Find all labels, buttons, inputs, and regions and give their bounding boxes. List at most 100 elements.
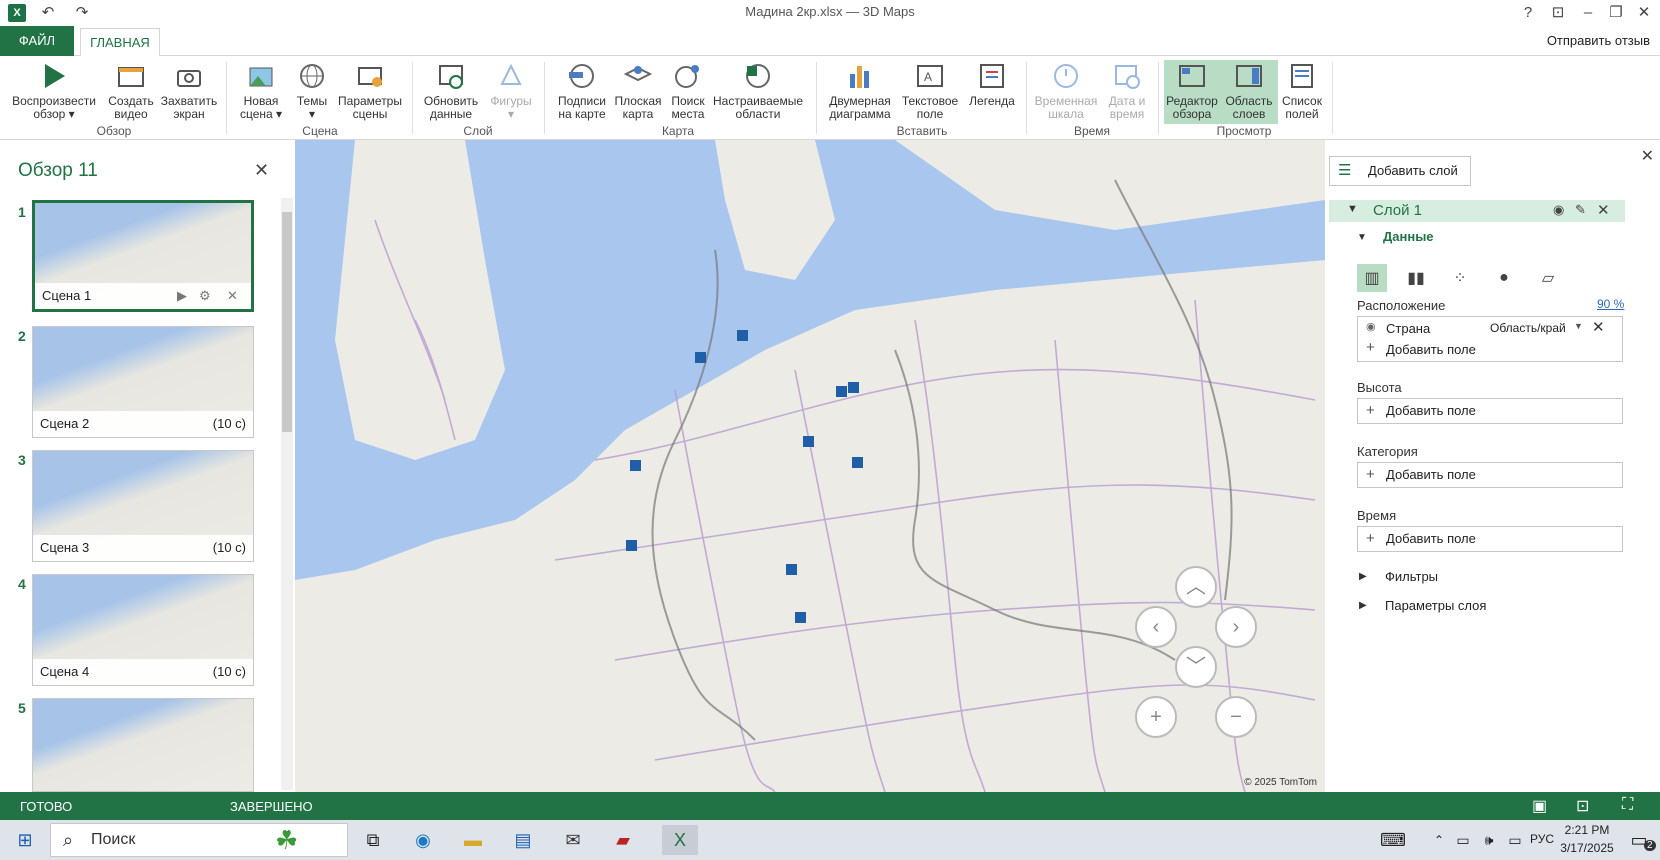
themes-button[interactable]: Темы ▾ <box>290 60 334 124</box>
clock-time[interactable]: 2:21 PM <box>1552 823 1622 837</box>
send-feedback-button[interactable]: Отправить отзыв <box>1547 33 1650 48</box>
close-icon[interactable]: ✕ <box>1641 146 1654 166</box>
add-layer-button[interactable]: ☰ Добавить слой <box>1329 156 1471 186</box>
time-add-field[interactable]: + Добавить поле <box>1357 526 1623 552</box>
scene-options-button[interactable]: Параметры сцены <box>336 60 404 124</box>
scene-thumbnail[interactable]: Сцена 2 (10 с) <box>32 326 254 438</box>
minimize-icon[interactable]: – <box>1578 3 1598 23</box>
tilt-down-icon[interactable]: ﹀ <box>1175 646 1217 688</box>
tab-home[interactable]: ГЛАВНАЯ <box>80 28 160 57</box>
layer-header[interactable]: ▼ Слой 1 ◉ ✎ ✕ <box>1329 200 1625 222</box>
zoom-out-icon[interactable]: − <box>1215 696 1257 738</box>
scene-thumbnail[interactable] <box>32 698 254 792</box>
help-icon[interactable]: ? <box>1518 3 1538 23</box>
edge-icon[interactable]: ◉ <box>408 825 438 855</box>
height-add-field[interactable]: + Добавить поле <box>1357 398 1623 424</box>
legend-button[interactable]: Легенда <box>966 60 1018 124</box>
map-marker[interactable] <box>836 386 847 397</box>
excel-taskbar-icon[interactable]: X <box>662 825 698 855</box>
chart-2d-button[interactable]: Двумерная диаграмма <box>826 60 894 124</box>
battery-icon[interactable]: ▭ <box>1500 825 1530 855</box>
rotate-right-icon[interactable]: › <box>1215 606 1257 648</box>
delete-layer-icon[interactable]: ✕ <box>1597 201 1610 219</box>
clustered-column-icon[interactable]: ▮▮ <box>1401 264 1431 292</box>
close-icon[interactable]: ✕ <box>1634 3 1654 23</box>
create-video-button[interactable]: Создать видео <box>104 60 158 124</box>
delete-icon[interactable]: ✕ <box>227 283 238 309</box>
expand-icon[interactable]: ▶ <box>1359 571 1367 582</box>
gear-icon[interactable]: ⚙ <box>199 283 211 309</box>
map-canvas[interactable]: ︿ ‹ › ﹀ + − © 2025 TomTom <box>295 140 1325 792</box>
mail-icon[interactable]: ✉ <box>558 825 588 855</box>
timeline-button[interactable]: Временная шкала <box>1032 60 1100 124</box>
language-indicator[interactable]: РУС <box>1530 832 1554 846</box>
data-section-header[interactable]: Данные <box>1383 229 1434 244</box>
map-marker[interactable] <box>848 382 859 393</box>
layer-options-section[interactable]: Параметры слоя <box>1385 598 1486 613</box>
map-labels-button[interactable]: Подписи на карте <box>552 60 612 124</box>
map-marker[interactable] <box>695 352 706 363</box>
view-normal-icon[interactable]: ▣ <box>1532 796 1547 816</box>
edit-icon[interactable]: ✎ <box>1575 202 1586 218</box>
scrollbar-thumb[interactable] <box>282 212 292 432</box>
heat-map-icon[interactable]: ● <box>1489 264 1519 292</box>
location-type-select[interactable]: Область/край <box>1490 321 1566 335</box>
map-marker[interactable] <box>630 460 641 471</box>
add-field-link[interactable]: Добавить поле <box>1386 342 1476 357</box>
map-marker[interactable] <box>626 540 637 551</box>
flat-map-button[interactable]: Плоская карта <box>612 60 664 124</box>
radio-icon[interactable]: ◉ <box>1366 320 1376 333</box>
access-icon[interactable]: ▰ <box>608 825 638 855</box>
tilt-up-icon[interactable]: ︿ <box>1175 566 1217 608</box>
rotate-left-icon[interactable]: ‹ <box>1135 606 1177 648</box>
scrollbar[interactable] <box>281 198 293 790</box>
collapse-icon[interactable]: ▼ <box>1347 203 1358 215</box>
eye-icon[interactable]: ◉ <box>1553 202 1564 218</box>
map-marker[interactable] <box>803 436 814 447</box>
stacked-column-icon[interactable]: ▥ <box>1357 264 1387 292</box>
chevron-down-icon[interactable]: ▼ <box>1574 321 1583 331</box>
view-fit-icon[interactable]: ⊡ <box>1576 796 1589 816</box>
filters-section[interactable]: Фильтры <box>1385 569 1438 584</box>
close-icon[interactable]: ✕ <box>254 160 269 181</box>
map-marker[interactable] <box>852 457 863 468</box>
file-explorer-icon[interactable]: ▬ <box>458 825 488 855</box>
play-tour-button[interactable]: Воспроизвести обзор ▾ <box>8 60 100 124</box>
scene-thumbnail[interactable]: Сцена 4 (10 с) <box>32 574 254 686</box>
windows-start-icon[interactable]: ⊞ <box>10 825 40 855</box>
layer-pane-button[interactable]: Область слоев <box>1220 60 1278 124</box>
scene-thumbnail[interactable]: Сцена 3 (10 с) <box>32 450 254 562</box>
refresh-data-button[interactable]: Обновить данные <box>420 60 482 124</box>
clock-date[interactable]: 3/17/2025 <box>1552 841 1622 855</box>
ribbon-display-icon[interactable]: ⊡ <box>1548 3 1568 23</box>
keyboard-icon[interactable]: ⌨ <box>1378 825 1408 855</box>
task-view-icon[interactable]: ⧉ <box>358 825 388 855</box>
capture-screen-button[interactable]: Захватить экран <box>160 60 218 124</box>
new-scene-button[interactable]: Новая сцена ▾ <box>236 60 286 124</box>
region-icon[interactable]: ▱ <box>1533 264 1563 292</box>
category-add-field[interactable]: + Добавить поле <box>1357 462 1623 488</box>
find-location-button[interactable]: Поиск места <box>666 60 710 124</box>
play-icon[interactable]: ▶ <box>177 283 187 309</box>
map-marker[interactable] <box>795 612 806 623</box>
zoom-in-icon[interactable]: + <box>1135 696 1177 738</box>
custom-regions-button[interactable]: Настраиваемые области <box>712 60 804 124</box>
remove-field-icon[interactable]: ✕ <box>1592 318 1605 336</box>
text-box-button[interactable]: A Текстовое поле <box>898 60 962 124</box>
tour-editor-button[interactable]: Редактор обзора <box>1164 60 1220 124</box>
field-list-button[interactable]: Список полей <box>1280 60 1324 124</box>
expand-icon[interactable]: ▶ <box>1359 600 1367 611</box>
shapes-button[interactable]: Фигуры ▾ <box>486 60 536 124</box>
restore-icon[interactable]: ❐ <box>1606 3 1626 23</box>
map-marker[interactable] <box>737 330 748 341</box>
date-time-button[interactable]: Дата и время <box>1102 60 1152 124</box>
bubble-icon[interactable]: ⁘ <box>1445 264 1475 292</box>
store-icon[interactable]: ▤ <box>508 825 538 855</box>
tab-file[interactable]: ФАЙЛ <box>0 26 74 56</box>
location-match-percent[interactable]: 90 % <box>1597 297 1624 311</box>
scene-thumbnail[interactable]: Сцена 1 ▶ ⚙ ✕ <box>32 200 254 312</box>
fullscreen-icon[interactable]: ⛶ <box>1622 796 1633 814</box>
map-marker[interactable] <box>786 564 797 575</box>
collapse-icon[interactable]: ▼ <box>1357 232 1367 243</box>
taskbar-search[interactable]: ⌕ Поиск ☘ <box>50 823 348 857</box>
